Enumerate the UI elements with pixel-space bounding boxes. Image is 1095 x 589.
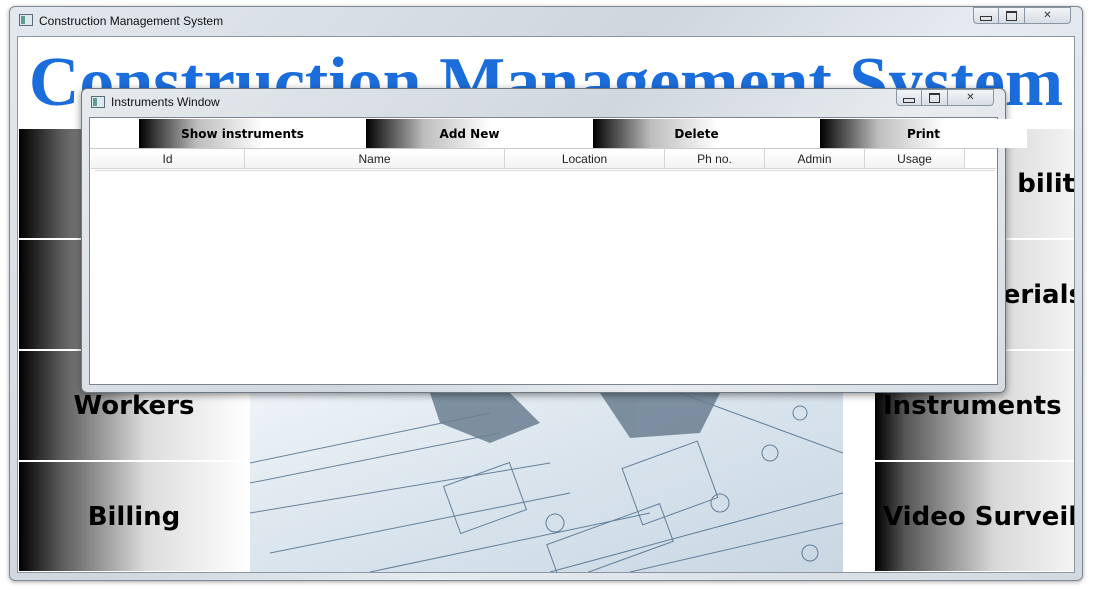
dialog-client-area: Show instruments Add New Delete Print Id… <box>89 117 1027 385</box>
column-header-location[interactable]: Location <box>505 149 665 168</box>
grid-header-separator <box>95 170 995 171</box>
column-header-usage[interactable]: Usage <box>865 149 965 168</box>
show-instruments-button[interactable]: Show instruments <box>139 119 346 148</box>
blueprint-image <box>250 393 843 572</box>
dialog-titlebar[interactable]: Instruments Window ✕ <box>82 89 1005 117</box>
tile-label: erials <box>1002 279 1074 310</box>
close-button[interactable]: ✕ <box>1025 7 1071 24</box>
grid-header: Id Name Location Ph no. Admin Usage <box>91 149 996 169</box>
tile-label: Instruments <box>883 390 1062 421</box>
instruments-grid[interactable]: Id Name Location Ph no. Admin Usage <box>91 149 996 384</box>
tile-label: Video Surveila <box>883 501 1074 532</box>
delete-button[interactable]: Delete <box>593 119 800 148</box>
dialog-caption-buttons: ✕ <box>896 89 994 108</box>
column-header-name[interactable]: Name <box>245 149 505 168</box>
column-header-phone[interactable]: Ph no. <box>665 149 765 168</box>
dialog-restore-button[interactable] <box>922 89 948 106</box>
tile-label: biliti <box>1017 168 1074 199</box>
dialog-minimize-button[interactable] <box>896 89 922 106</box>
dialog-title: Instruments Window <box>111 95 220 109</box>
app-icon <box>19 14 33 26</box>
tile-label: Billing <box>87 501 181 532</box>
minimize-icon <box>903 98 915 103</box>
close-icon: ✕ <box>966 92 975 103</box>
tile-video-surveillance[interactable]: Video Surveila <box>875 461 1074 571</box>
close-icon: ✕ <box>1043 10 1052 21</box>
restore-button[interactable] <box>999 7 1025 24</box>
instruments-dialog: Instruments Window ✕ Show instruments Ad… <box>81 88 1027 393</box>
main-window-title: Construction Management System <box>39 14 224 28</box>
dialog-toolbar: Show instruments Add New Delete Print <box>90 118 1027 149</box>
minimize-icon <box>980 16 992 21</box>
main-caption-buttons: ✕ <box>973 7 1071 26</box>
tile-label: Workers <box>73 390 195 421</box>
column-header-id[interactable]: Id <box>91 149 245 168</box>
main-titlebar[interactable]: Construction Management System ✕ <box>10 7 1082 35</box>
tile-billing[interactable]: Billing <box>19 461 249 571</box>
restore-icon <box>929 92 940 103</box>
column-header-admin[interactable]: Admin <box>765 149 865 168</box>
print-button[interactable]: Print <box>820 119 1027 148</box>
blueprint-drawing <box>250 393 843 572</box>
minimize-button[interactable] <box>973 7 999 24</box>
restore-icon <box>1006 10 1017 21</box>
dialog-app-icon <box>91 96 105 108</box>
dialog-close-button[interactable]: ✕ <box>948 89 994 106</box>
add-new-button[interactable]: Add New <box>366 119 573 148</box>
